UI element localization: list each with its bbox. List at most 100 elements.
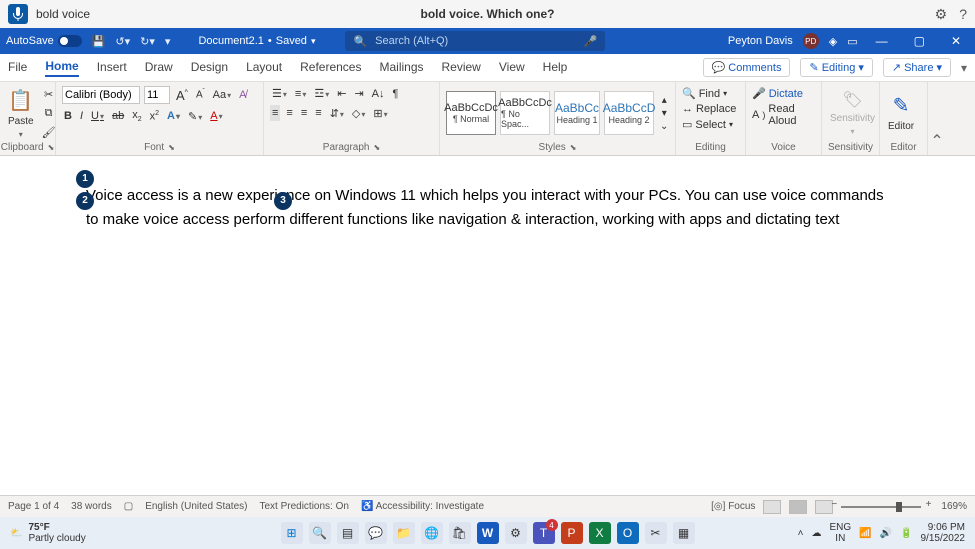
weather-widget[interactable]: ⛅ 75°F Partly cloudy [10, 522, 86, 544]
input-language[interactable]: ENG IN [829, 522, 851, 544]
numbering-button[interactable]: ≡ [293, 87, 308, 101]
tab-help[interactable]: Help [543, 60, 568, 76]
strike-button[interactable]: ab [110, 109, 126, 123]
show-marks-button[interactable]: ¶ [391, 87, 401, 101]
tab-view[interactable]: View [499, 60, 525, 76]
find-button[interactable]: 🔍Find ▾ [682, 86, 727, 101]
styles-expand[interactable]: ⌄ [658, 120, 670, 133]
snipping-icon[interactable]: ✂ [645, 522, 667, 544]
multilevel-button[interactable]: ☲ [312, 86, 331, 101]
page-indicator[interactable]: Page 1 of 4 [8, 501, 59, 512]
read-mode-button[interactable] [763, 500, 781, 514]
editing-mode-button[interactable]: ✎ Editing ▾ [800, 58, 872, 77]
format-painter-icon[interactable]: 🖌 [40, 125, 58, 140]
app-icon[interactable]: ▦ [673, 522, 695, 544]
help-icon[interactable]: ? [959, 6, 967, 23]
focus-mode-button[interactable]: [◎] Focus [711, 501, 755, 512]
comments-button[interactable]: 💬 Comments [703, 58, 791, 77]
superscript-button[interactable]: x2 [148, 109, 161, 124]
font-size-select[interactable] [144, 86, 170, 104]
close-button[interactable]: ✕ [943, 34, 969, 48]
document-canvas[interactable]: 1 2 3 Voice access is a new experience o… [0, 156, 975, 496]
tab-review[interactable]: Review [442, 60, 481, 76]
battery-icon[interactable]: 🔋 [900, 528, 912, 539]
settings-app-icon[interactable]: ⚙ [505, 522, 527, 544]
undo-icon[interactable]: ↺▾ [115, 35, 130, 48]
word-count[interactable]: 38 words [71, 501, 112, 512]
text-effects-button[interactable]: A [165, 109, 182, 123]
launcher-icon[interactable]: ⬊ [374, 143, 381, 152]
disambiguation-badge-1[interactable]: 1 [76, 170, 94, 188]
edge-icon[interactable]: 🌐 [421, 522, 443, 544]
styles-row-up[interactable]: ▴ [660, 94, 669, 107]
tab-design[interactable]: Design [191, 60, 228, 76]
onedrive-icon[interactable]: ☁ [811, 528, 821, 539]
diamond-icon[interactable]: ◈ [829, 35, 837, 48]
user-name[interactable]: Peyton Davis [728, 35, 793, 47]
tab-references[interactable]: References [300, 60, 361, 76]
tab-home[interactable]: Home [45, 59, 78, 77]
justify-button[interactable]: ≡ [313, 106, 323, 120]
replace-button[interactable]: ↔Replace [682, 102, 736, 116]
tab-insert[interactable]: Insert [97, 60, 127, 76]
style-normal[interactable]: AaBbCcDc ¶ Normal [446, 91, 496, 135]
print-layout-button[interactable] [789, 500, 807, 514]
app-mode-icon[interactable]: ▭ [847, 35, 857, 48]
font-color-button[interactable]: A [208, 109, 224, 123]
tab-layout[interactable]: Layout [246, 60, 282, 76]
align-center-button[interactable]: ≡ [284, 106, 294, 120]
tab-file[interactable]: File [8, 60, 27, 76]
collapse-ribbon-button[interactable]: ⌃ [928, 82, 946, 155]
language-indicator[interactable]: English (United States) [145, 501, 247, 512]
indent-right-button[interactable]: ⇥ [352, 86, 365, 101]
outlook-icon[interactable]: O [617, 522, 639, 544]
word-icon[interactable]: W [477, 522, 499, 544]
redo-icon[interactable]: ↻▾ [140, 35, 155, 48]
bold-button[interactable]: B [62, 109, 74, 123]
start-button[interactable]: ⊞ [281, 522, 303, 544]
zoom-slider[interactable] [841, 506, 921, 508]
change-case-button[interactable]: Aa [211, 88, 233, 102]
file-explorer-icon[interactable]: 📁 [393, 522, 415, 544]
shrink-font-button[interactable]: Aˇ [194, 88, 207, 101]
chat-icon[interactable]: 💬 [365, 522, 387, 544]
bullets-button[interactable]: ☰ [270, 86, 289, 101]
tray-chevron-icon[interactable]: ˄ [798, 528, 804, 539]
style-heading1[interactable]: AaBbCc Heading 1 [554, 91, 600, 135]
voice-search-icon[interactable]: 🎤 [584, 35, 598, 48]
launcher-icon[interactable]: ⬊ [48, 143, 55, 152]
chevron-down-icon[interactable]: ▾ [311, 36, 316, 47]
search-input[interactable] [375, 35, 575, 47]
save-icon[interactable]: 💾 [92, 35, 106, 48]
editor-button[interactable]: ✎ Editor [886, 93, 916, 133]
autosave-toggle[interactable]: AutoSave [6, 35, 82, 47]
align-left-button[interactable]: ≡ [270, 105, 280, 121]
grow-font-button[interactable]: A^ [174, 87, 190, 104]
wifi-icon[interactable]: 📶 [859, 528, 871, 539]
select-button[interactable]: ▭Select ▾ [682, 117, 733, 132]
share-button[interactable]: ↗ Share ▾ [883, 58, 951, 77]
document-text[interactable]: Voice access is a new experience on Wind… [86, 184, 889, 232]
clear-format-button[interactable]: A̸ [237, 88, 248, 102]
highlight-button[interactable]: ✎ [186, 109, 204, 124]
shading-button[interactable]: ◇ [350, 106, 367, 121]
user-avatar[interactable]: PD [803, 33, 819, 49]
borders-button[interactable]: ⊞ [371, 106, 389, 121]
sort-button[interactable]: A↓ [370, 87, 387, 101]
maximize-button[interactable]: ▢ [906, 34, 933, 48]
task-view-icon[interactable]: ▤ [337, 522, 359, 544]
qat-dropdown-icon[interactable]: ▾ [165, 35, 171, 48]
align-right-button[interactable]: ≡ [299, 106, 309, 120]
paste-button[interactable]: 📋 Paste ▾ [6, 88, 36, 139]
tab-mailings[interactable]: Mailings [379, 60, 423, 76]
powerpoint-icon[interactable]: P [561, 522, 583, 544]
zoom-level[interactable]: 169% [941, 501, 967, 512]
spellcheck-icon[interactable]: ▢ [124, 501, 133, 512]
microphone-icon[interactable] [8, 4, 28, 24]
underline-button[interactable]: U [89, 109, 106, 123]
toggle-off-icon[interactable] [58, 35, 82, 47]
subscript-button[interactable]: x2 [130, 108, 143, 124]
style-heading2[interactable]: AaBbCcD Heading 2 [604, 91, 654, 135]
settings-icon[interactable]: ⚙ [935, 6, 948, 23]
document-title[interactable]: Document2.1 • Saved ▾ [198, 35, 315, 47]
